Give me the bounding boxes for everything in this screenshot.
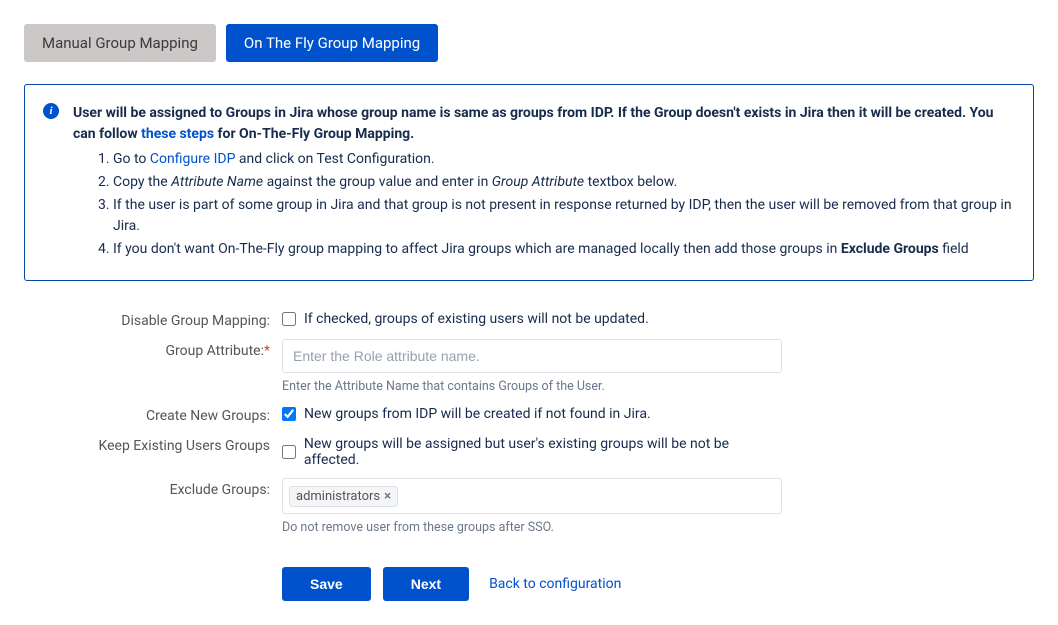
tag-remove-icon[interactable]: × [384,489,391,504]
input-exclude-groups[interactable]: administrators × [282,478,782,514]
row-disable-group-mapping[interactable]: If checked, groups of existing users wil… [282,309,782,327]
info-step-2a: Copy the [113,174,171,190]
info-heading: User will be assigned to Groups in Jira … [73,103,1013,145]
info-step-2b: against the group value and enter in [263,174,492,190]
checkbox-create-new-groups[interactable] [282,407,296,421]
input-group-attribute[interactable] [282,339,782,373]
next-button[interactable]: Next [383,567,469,601]
row-keep-existing-users-groups[interactable]: New groups will be assigned but user's e… [282,434,782,468]
tab-manual-group-mapping[interactable]: Manual Group Mapping [24,24,216,62]
label-group-attribute: Group Attribute:* [24,339,282,359]
tab-on-the-fly-group-mapping[interactable]: On The Fly Group Mapping [226,24,438,62]
desc-disable-group-mapping: If checked, groups of existing users wil… [304,311,649,327]
label-create-new-groups: Create New Groups: [24,404,282,424]
info-panel: i User will be assigned to Groups in Jir… [24,84,1034,281]
info-step-4b: field [939,241,969,257]
desc-keep-existing-users-groups: New groups will be assigned but user's e… [304,436,782,468]
tag-administrators-label: administrators [296,489,380,504]
row-create-new-groups[interactable]: New groups from IDP will be created if n… [282,404,782,422]
checkbox-keep-existing-users-groups[interactable] [282,445,296,459]
info-step-1a: Go to [113,151,150,167]
info-step-4a: If you don't want On-The-Fly group mappi… [113,241,841,257]
info-step-2c: textbox below. [584,174,677,190]
checkbox-disable-group-mapping[interactable] [282,312,296,326]
desc-create-new-groups: New groups from IDP will be created if n… [304,406,651,422]
info-step-4: If you don't want On-The-Fly group mappi… [113,239,1013,260]
info-step-2-em2: Group Attribute [492,174,584,190]
tag-administrators: administrators × [289,486,398,507]
tab-bar: Manual Group Mapping On The Fly Group Ma… [24,24,1034,62]
help-exclude-groups: Do not remove user from these groups aft… [282,520,782,535]
link-back-to-configuration[interactable]: Back to configuration [489,576,621,592]
save-button[interactable]: Save [282,567,371,601]
button-row: Save Next Back to configuration [282,567,1034,601]
info-step-1: Go to Configure IDP and click on Test Co… [113,149,1013,170]
label-group-attribute-text: Group Attribute: [165,343,263,359]
info-step-1b: and click on Test Configuration. [235,151,434,167]
info-steps-list: Go to Configure IDP and click on Test Co… [73,149,1013,260]
info-step-3: If the user is part of some group in Jir… [113,195,1013,237]
info-step-4-bold: Exclude Groups [841,241,939,257]
info-step-2-em1: Attribute Name [171,174,263,190]
required-asterisk: * [264,343,270,359]
help-group-attribute: Enter the Attribute Name that contains G… [282,379,782,394]
settings-form: Disable Group Mapping: If checked, group… [24,309,1034,601]
label-exclude-groups: Exclude Groups: [24,478,282,498]
label-disable-group-mapping: Disable Group Mapping: [24,309,282,329]
info-heading-text-2: for On-The-Fly Group Mapping. [214,126,414,142]
label-keep-existing-users-groups: Keep Existing Users Groups [24,434,282,454]
info-step-2: Copy the Attribute Name against the grou… [113,172,1013,193]
link-configure-idp[interactable]: Configure IDP [150,151,236,167]
link-these-steps[interactable]: these steps [141,126,214,142]
info-icon: i [43,103,59,119]
